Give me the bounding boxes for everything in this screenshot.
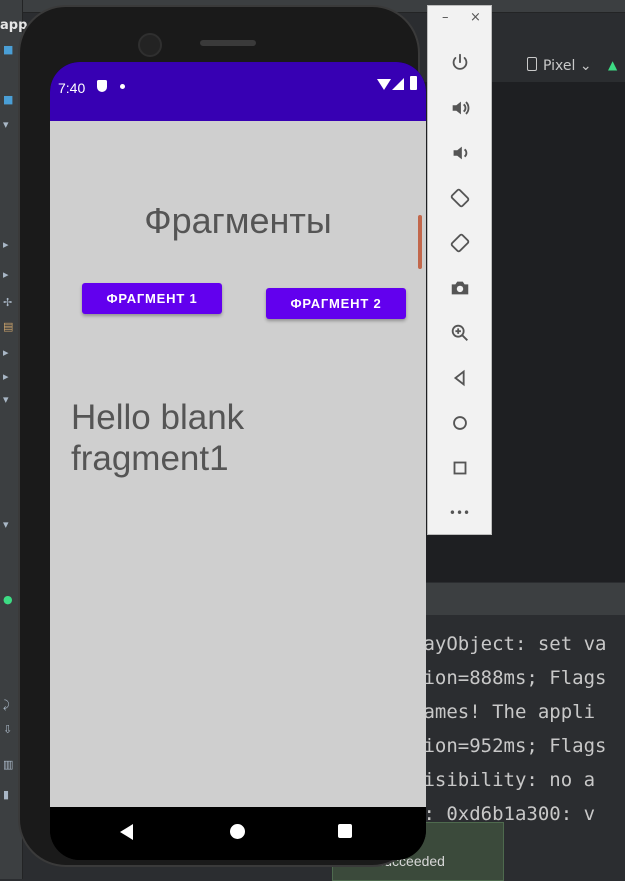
power-button[interactable] bbox=[428, 48, 491, 78]
chevron-down-icon[interactable]: ▾ bbox=[3, 519, 15, 530]
download-icon[interactable]: ⇩ bbox=[3, 724, 15, 735]
fragment-2-button[interactable]: ФРАГМЕНТ 2 bbox=[266, 288, 406, 319]
emulator-toolbar: – × ••• bbox=[427, 5, 492, 535]
console-line: rames! The appli bbox=[412, 701, 596, 723]
phone-icon bbox=[527, 57, 537, 71]
zoom-button[interactable] bbox=[428, 318, 491, 348]
power-icon bbox=[452, 53, 467, 70]
chevron-down-icon[interactable]: ▾ bbox=[3, 394, 15, 405]
console-line: tion=888ms; Flags bbox=[412, 667, 607, 689]
folder-icon[interactable]: ■ bbox=[3, 44, 15, 55]
chevron-right-icon[interactable]: ▸ bbox=[3, 239, 15, 250]
status-time: 7:40 bbox=[58, 80, 86, 96]
rotate-right-button[interactable] bbox=[428, 228, 491, 258]
camera-icon bbox=[451, 281, 468, 295]
recents-icon[interactable] bbox=[338, 824, 352, 838]
volume-up-button[interactable] bbox=[428, 93, 491, 123]
shield-icon bbox=[97, 80, 107, 92]
status-bar: 7:40 bbox=[50, 62, 426, 121]
fragment-text: Hello blank fragment1 bbox=[71, 398, 245, 478]
chevron-right-icon[interactable]: ▸ bbox=[3, 269, 15, 280]
emulator-phone-frame: 7:40 Фрагменты ФРАГМЕНТ 1 ФРАГМЕНТ 2 Hel… bbox=[18, 5, 426, 867]
overview-icon bbox=[453, 461, 466, 475]
wifi-icon bbox=[377, 79, 391, 90]
chevron-right-icon[interactable]: ▸ bbox=[3, 371, 15, 382]
back-icon[interactable] bbox=[120, 824, 133, 840]
home-button[interactable] bbox=[428, 408, 491, 438]
fragment-1-button[interactable]: ФРАГМЕНТ 1 bbox=[82, 283, 222, 314]
speaker-grille bbox=[200, 40, 256, 46]
signal-icon bbox=[392, 78, 404, 90]
trash-icon[interactable]: ▮ bbox=[3, 789, 15, 800]
rotate-right-icon bbox=[450, 233, 469, 253]
chevron-right-icon[interactable]: ▸ bbox=[3, 347, 15, 358]
folder-icon[interactable]: ■ bbox=[3, 94, 15, 105]
device-selector-label: Pixel bbox=[543, 58, 576, 74]
logcat-header bbox=[420, 583, 625, 615]
rotate-left-icon bbox=[450, 188, 469, 208]
fan-icon[interactable]: ✢ bbox=[3, 297, 15, 308]
chevron-down-icon[interactable]: ▾ bbox=[3, 119, 15, 130]
print-icon[interactable]: ▥ bbox=[3, 759, 15, 770]
screenshot-button[interactable] bbox=[428, 273, 491, 303]
home-icon bbox=[452, 416, 467, 430]
volume-up-icon bbox=[452, 101, 469, 115]
notification-dot-icon bbox=[120, 84, 125, 89]
android-icon[interactable]: ● bbox=[3, 594, 15, 605]
close-button[interactable]: × bbox=[470, 10, 481, 25]
android-icon[interactable]: ▲ bbox=[608, 58, 622, 72]
minimize-button[interactable]: – bbox=[442, 10, 449, 25]
device-selector[interactable]: Pixel ⌄ bbox=[527, 57, 592, 74]
back-button[interactable] bbox=[428, 363, 491, 393]
more-button[interactable]: ••• bbox=[428, 498, 491, 528]
resource-icon[interactable]: ▤ bbox=[3, 321, 15, 332]
phone-screen[interactable]: 7:40 Фрагменты ФРАГМЕНТ 1 ФРАГМЕНТ 2 Hel… bbox=[50, 62, 426, 860]
volume-down-button[interactable] bbox=[428, 138, 491, 168]
console-line: tion=952ms; Flags bbox=[412, 735, 607, 757]
camera-icon bbox=[138, 33, 162, 57]
console-line: Visibility: no a bbox=[412, 769, 596, 791]
wrap-icon[interactable]: ⤸ bbox=[3, 699, 15, 710]
back-icon bbox=[453, 369, 465, 387]
side-button[interactable] bbox=[418, 215, 422, 269]
page-title: Фрагменты bbox=[144, 200, 332, 241]
navigation-bar bbox=[50, 807, 426, 860]
console-line: rayObject: set va bbox=[412, 633, 607, 655]
chevron-down-icon: ⌄ bbox=[579, 58, 592, 74]
volume-down-icon bbox=[453, 146, 467, 160]
app-content: Фрагменты ФРАГМЕНТ 1 ФРАГМЕНТ 2 Hello bl… bbox=[50, 121, 426, 807]
home-icon[interactable] bbox=[230, 824, 245, 839]
rotate-left-button[interactable] bbox=[428, 183, 491, 213]
overview-button[interactable] bbox=[428, 453, 491, 483]
zoom-in-icon bbox=[451, 324, 468, 341]
battery-icon bbox=[410, 76, 417, 90]
